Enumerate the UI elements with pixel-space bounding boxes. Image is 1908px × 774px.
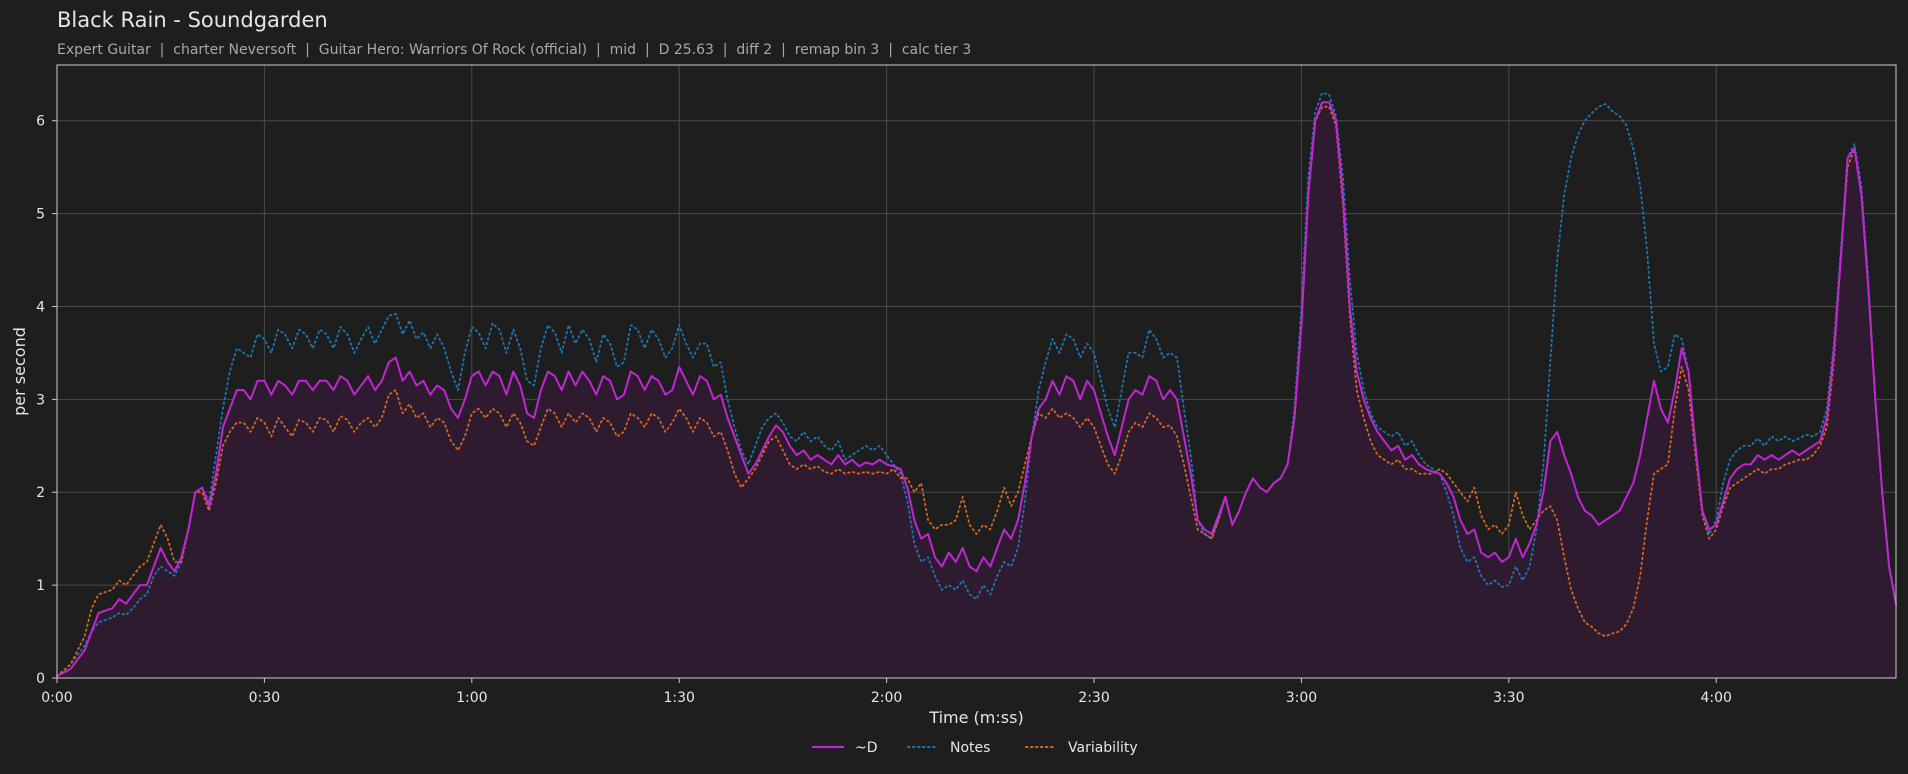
y-tick-label: 3 <box>36 392 45 408</box>
x-tick-label: 3:00 <box>1286 690 1317 706</box>
y-axis-label: per second <box>10 327 29 416</box>
y-tick-label: 6 <box>36 114 45 130</box>
x-tick-label: 2:30 <box>1078 690 1109 706</box>
legend-label: Notes <box>950 740 990 756</box>
y-tick-label: 5 <box>36 207 45 223</box>
x-tick-label: 0:00 <box>41 690 72 706</box>
x-tick-label: 4:00 <box>1701 690 1732 706</box>
legend: ~D Notes Variability <box>811 740 1138 756</box>
legend-label: ~D <box>855 740 878 756</box>
chart-title: Black Rain - Soundgarden <box>57 8 328 32</box>
x-tick-label: 2:00 <box>871 690 902 706</box>
chart-subtitle: Expert Guitar | charter Neversoft | Guit… <box>57 42 971 58</box>
y-tick-label: 0 <box>36 671 45 687</box>
x-tick-label: 1:00 <box>456 690 487 706</box>
x-tick-label: 0:30 <box>249 690 280 706</box>
x-tick-label: 3:30 <box>1493 690 1524 706</box>
chart-canvas: Black Rain - Soundgarden Expert Guitar |… <box>0 0 1908 774</box>
x-tick-label: 1:30 <box>663 690 694 706</box>
x-axis-label: Time (m:ss) <box>928 708 1023 727</box>
y-tick-label: 1 <box>36 578 45 594</box>
legend-label: Variability <box>1068 740 1138 756</box>
y-tick-label: 2 <box>36 485 45 501</box>
y-tick-label: 4 <box>36 299 45 315</box>
